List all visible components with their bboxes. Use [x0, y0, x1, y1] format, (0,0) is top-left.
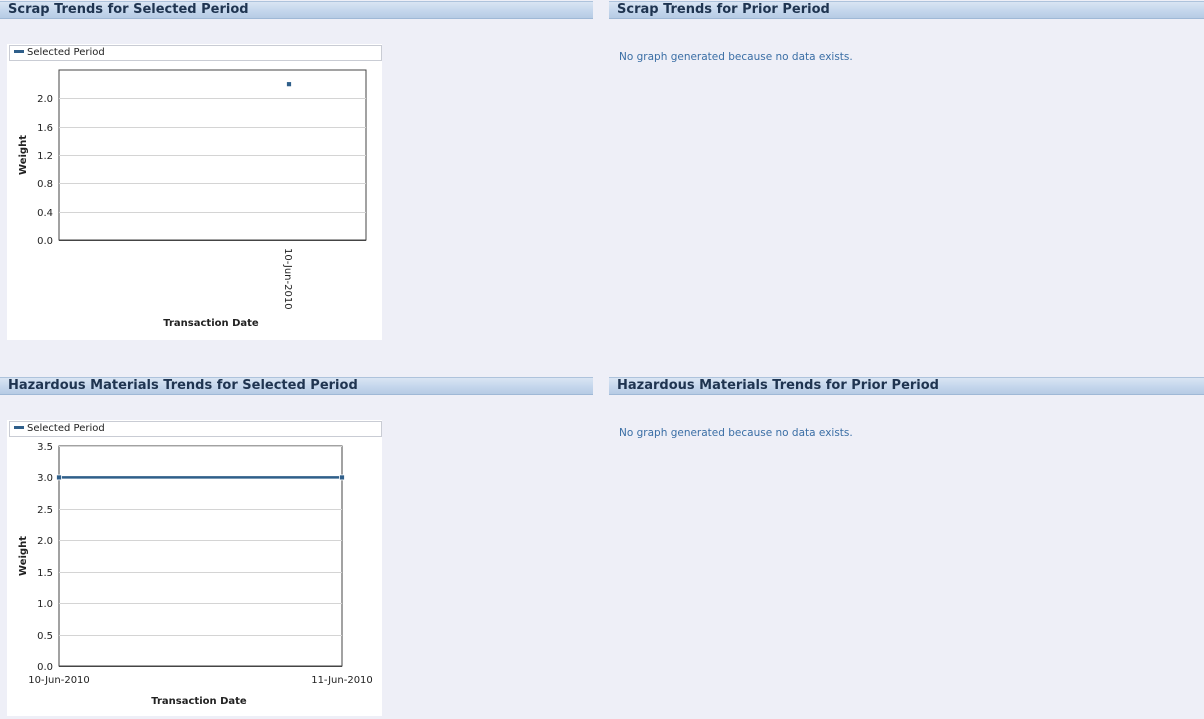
y-tick-label: 1.5 [37, 568, 53, 579]
scrap-prior-header: Scrap Trends for Prior Period [609, 1, 1204, 19]
y-axis-label: Weight [18, 135, 29, 175]
y-axis-label: Weight [18, 536, 29, 576]
scrap-selected-header: Scrap Trends for Selected Period [0, 1, 593, 19]
y-tick-label: 0.8 [37, 179, 53, 190]
haz-prior-header: Hazardous Materials Trends for Prior Per… [609, 377, 1204, 395]
data-point [339, 474, 345, 481]
x-tick-label: 10-Jun-2010 [28, 675, 90, 686]
y-tick-label: 3.0 [37, 473, 53, 484]
plot-area [58, 445, 343, 667]
y-tick-label: 0.4 [37, 208, 53, 219]
y-tick-label: 1.2 [37, 151, 53, 162]
x-tick-label: 11-Jun-2010 [311, 675, 373, 686]
y-tick-label: 0.0 [37, 236, 53, 247]
dashboard-page: Scrap Trends for Selected Period Selecte… [0, 0, 1204, 719]
y-tick-label: 2.0 [37, 94, 53, 105]
y-tick-label: 1.6 [37, 123, 53, 134]
y-tick-label: 2.0 [37, 536, 53, 547]
x-axis-label: Transaction Date [151, 696, 247, 707]
x-tick-label: 10-Jun-2010 [282, 248, 293, 310]
haz-prior-no-data-message: No graph generated because no data exist… [619, 427, 853, 439]
scrap-prior-no-data-message: No graph generated because no data exist… [619, 51, 853, 63]
haz-selected-chart: Selected Period Weight Transaction Date … [7, 420, 382, 716]
haz-selected-header: Hazardous Materials Trends for Selected … [0, 377, 593, 395]
y-tick-label: 2.5 [37, 505, 53, 516]
x-axis-label: Transaction Date [163, 318, 259, 329]
scrap-selected-chart: Selected Period Weight Transaction Date … [7, 44, 382, 340]
y-tick-label: 3.5 [37, 442, 53, 453]
scrap-chart-plot: Weight Transaction Date 0.0 0.4 0.8 1.2 1.6 2… [18, 69, 367, 329]
data-point [286, 81, 292, 88]
y-tick-label: 1.0 [37, 599, 53, 610]
data-point [56, 474, 62, 481]
haz-chart-plot: Weight Transaction Date 0.0 0.5 1.0 1.5 2.0 2… [18, 442, 373, 707]
y-tick-label: 0.5 [37, 631, 53, 642]
y-tick-label: 0.0 [37, 662, 53, 673]
